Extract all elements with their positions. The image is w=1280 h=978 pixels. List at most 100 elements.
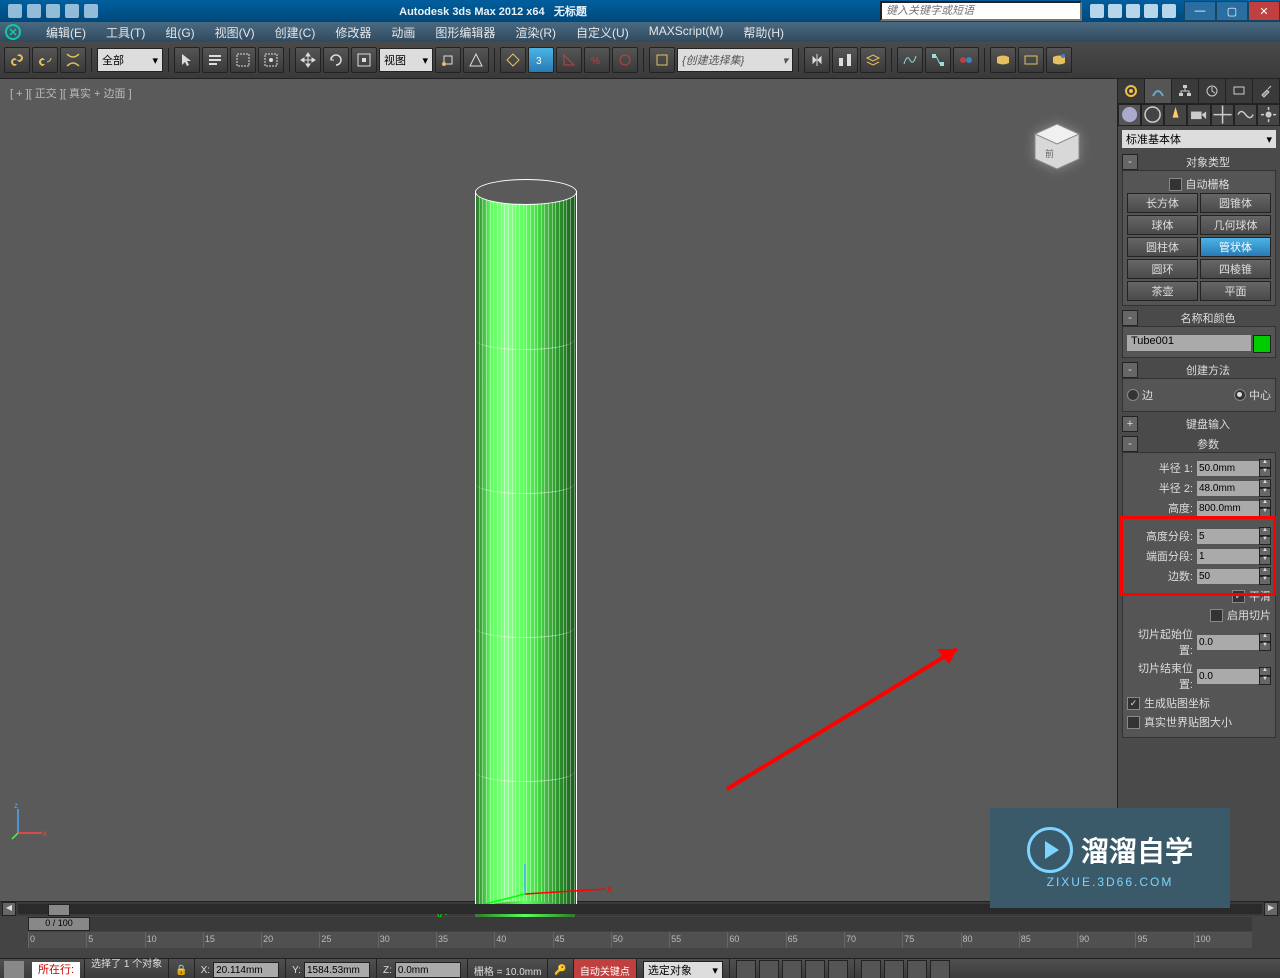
link-icon[interactable] (4, 47, 30, 73)
open-icon[interactable] (27, 4, 41, 18)
percent-snap-icon[interactable]: % (584, 47, 610, 73)
maximize-button[interactable]: ▢ (1216, 1, 1248, 21)
utilities-tab[interactable] (1253, 79, 1280, 103)
realworld-checkbox[interactable] (1127, 716, 1140, 729)
modify-tab[interactable] (1145, 79, 1172, 103)
geometry-subtab[interactable] (1118, 104, 1141, 126)
create-几何球体[interactable]: 几何球体 (1200, 215, 1271, 235)
window-cross-icon[interactable] (258, 47, 284, 73)
smooth-checkbox[interactable] (1232, 590, 1245, 603)
edit-selset-icon[interactable] (649, 47, 675, 73)
rect-select-icon[interactable] (230, 47, 256, 73)
create-圆环[interactable]: 圆环 (1127, 259, 1198, 279)
heightseg-spinner[interactable]: 5 (1197, 529, 1259, 544)
selection-filter-dropdown[interactable]: 全部▾ (97, 48, 163, 72)
play-icon[interactable] (782, 960, 802, 978)
create-圆锥体[interactable]: 圆锥体 (1200, 193, 1271, 213)
key-icon[interactable] (1108, 4, 1122, 18)
create-球体[interactable]: 球体 (1127, 215, 1198, 235)
close-button[interactable]: ✕ (1248, 1, 1280, 21)
viewport-label[interactable]: [ + ][ 正交 ][ 真实 + 边面 ] (10, 85, 132, 101)
menu-item[interactable]: MAXScript(M) (639, 24, 734, 41)
create-四棱锥[interactable]: 四棱锥 (1200, 259, 1271, 279)
object-color-swatch[interactable] (1253, 335, 1271, 353)
refcoord-dropdown[interactable]: 视图▾ (379, 48, 433, 72)
menu-item[interactable]: 编辑(E) (36, 24, 96, 41)
slicefrom-spinner[interactable]: 0.0 (1197, 635, 1259, 650)
lock-icon[interactable]: 🔒 (175, 965, 187, 976)
slice-checkbox[interactable] (1210, 609, 1223, 622)
prev-frame-icon[interactable] (759, 960, 779, 978)
move-icon[interactable] (295, 47, 321, 73)
bind-icon[interactable] (60, 47, 86, 73)
coord-z-input[interactable] (395, 962, 461, 978)
undo-icon[interactable] (65, 4, 79, 18)
help-icon[interactable] (1162, 4, 1176, 18)
spinner-snap-icon[interactable] (612, 47, 638, 73)
keymode-dropdown[interactable]: 选定对象▾ (643, 961, 723, 978)
render-icon[interactable] (1046, 47, 1072, 73)
sides-spinner[interactable]: 50 (1197, 569, 1259, 584)
menu-item[interactable]: 修改器 (325, 24, 381, 41)
time-tag-icon[interactable]: 🔑 (554, 965, 566, 976)
name-rollout-head[interactable]: -名称和颜色 (1122, 310, 1276, 326)
coord-x-input[interactable] (213, 962, 279, 978)
schematic-icon[interactable] (925, 47, 951, 73)
helpers-subtab[interactable] (1211, 104, 1234, 126)
select-icon[interactable] (174, 47, 200, 73)
scroll-right-icon[interactable]: ▶ (1264, 902, 1278, 916)
objtype-rollout-head[interactable]: -对象类型 (1122, 154, 1276, 170)
tube-object[interactable]: x y (475, 179, 575, 914)
menu-item[interactable]: 帮助(H) (733, 24, 794, 41)
zoom-icon[interactable] (861, 960, 881, 978)
display-tab[interactable] (1226, 79, 1253, 103)
align-icon[interactable] (832, 47, 858, 73)
motion-tab[interactable] (1199, 79, 1226, 103)
capseg-spinner[interactable]: 1 (1197, 549, 1259, 564)
scroll-left-icon[interactable]: ◀ (2, 902, 16, 916)
zoom-extents-icon[interactable] (907, 960, 927, 978)
create-长方体[interactable]: 长方体 (1127, 193, 1198, 213)
hscroll-track[interactable] (18, 904, 1262, 914)
snap-icon[interactable]: 3 (528, 47, 554, 73)
systems-subtab[interactable] (1257, 104, 1280, 126)
zoom-all-icon[interactable] (884, 960, 904, 978)
save-icon[interactable] (46, 4, 60, 18)
params-rollout-head[interactable]: -参数 (1122, 436, 1276, 452)
center-radio[interactable]: 中心 (1234, 387, 1271, 403)
selset-dropdown[interactable]: {创建选择集}▾ (677, 48, 793, 72)
fov-icon[interactable] (930, 960, 950, 978)
layer-icon[interactable] (860, 47, 886, 73)
autokey-button[interactable]: 自动关键点 (573, 959, 636, 978)
favorite-icon[interactable] (1144, 4, 1158, 18)
maxscript-icon[interactable] (4, 961, 24, 978)
scale-icon[interactable] (351, 47, 377, 73)
genmap-checkbox[interactable] (1127, 697, 1140, 710)
create-管状体[interactable]: 管状体 (1200, 237, 1271, 257)
method-rollout-head[interactable]: -创建方法 (1122, 362, 1276, 378)
keyin-rollout-head[interactable]: +键盘输入 (1122, 416, 1276, 432)
material-icon[interactable] (953, 47, 979, 73)
curve-editor-icon[interactable] (897, 47, 923, 73)
hierarchy-tab[interactable] (1172, 79, 1199, 103)
sliceto-spinner[interactable]: 0.0 (1197, 669, 1259, 684)
goto-start-icon[interactable] (736, 960, 756, 978)
shapes-subtab[interactable] (1141, 104, 1164, 126)
binoculars-icon[interactable] (1090, 4, 1104, 18)
geometry-category-dropdown[interactable]: 标准基本体▾ (1122, 130, 1276, 148)
next-frame-icon[interactable] (805, 960, 825, 978)
manipulate-icon[interactable] (463, 47, 489, 73)
coord-y-input[interactable] (304, 962, 370, 978)
redo-icon[interactable] (84, 4, 98, 18)
mirror-icon[interactable] (804, 47, 830, 73)
create-平面[interactable]: 平面 (1200, 281, 1271, 301)
select-name-icon[interactable] (202, 47, 228, 73)
autogrid-checkbox[interactable] (1169, 178, 1182, 191)
rotate-icon[interactable] (323, 47, 349, 73)
star-icon[interactable] (1126, 4, 1140, 18)
menu-item[interactable]: 自定义(U) (566, 24, 639, 41)
edge-radio[interactable]: 边 (1127, 387, 1153, 403)
create-茶壶[interactable]: 茶壶 (1127, 281, 1198, 301)
menu-item[interactable]: 动画 (381, 24, 425, 41)
viewcube[interactable]: 前 (1027, 119, 1087, 179)
